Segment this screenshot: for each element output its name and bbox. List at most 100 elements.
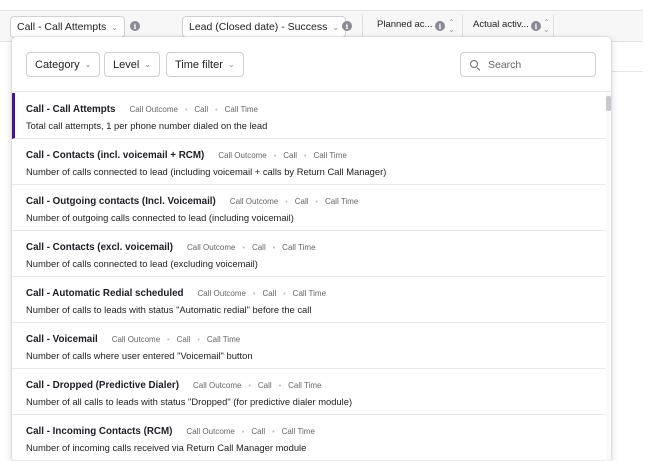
metric-item-header: Call - Call Attempts Call Outcome • Call • Ca… [26,104,606,115]
metric-item-header: Call - Dropped (Predictive Dialer) Call O… [26,380,606,391]
metric-tag: Call Outcome [187,243,236,252]
filter-bar: Category ⌄ Level ⌄ Time filter ⌄ [12,37,611,92]
metric-tag: Call Outcome [229,197,279,206]
metric-tag: Call [251,427,266,436]
metric-tag: Call Outcome [186,427,235,436]
column-header-planned[interactable]: Planned ac... [377,19,432,30]
info-icon[interactable]: i [342,21,352,31]
tag-separator: • [241,429,245,436]
tag-separator: • [167,337,170,344]
tag-separator: • [184,107,188,114]
column-divider [553,15,554,39]
metric-list-item[interactable]: Call - Contacts (incl. voicemail + RCM) C… [12,139,606,185]
metric-tag: Call Time [324,197,359,206]
metric-dropdown-panel: Category ⌄ Level ⌄ Time filter ⌄ Call - … [12,37,611,461]
metric-description: Number of all calls to leads with status… [26,396,353,407]
search-box[interactable] [460,52,596,77]
chevron-down-icon: ⌄ [144,60,151,69]
tag-separator: • [215,107,218,114]
metric-title: Call - Incoming Contacts (RCM) [26,426,173,437]
metric-tag: Call [257,381,272,390]
tag-separator: • [304,153,307,160]
metric-description: Total call attempts, 1 per phone number … [26,120,268,131]
metric-description: Number of calls to leads with status "Au… [26,304,312,315]
tag-separator: • [278,383,282,390]
chevron-down-icon: ⌄ [227,60,235,69]
scrollbar[interactable] [606,93,611,461]
tag-separator: • [285,199,288,206]
metric-title: Call - Dropped (Predictive Dialer) [26,380,179,391]
scrollbar-thumb[interactable] [606,96,611,111]
time-filter-button[interactable]: Time filter ⌄ [166,52,244,77]
metric-list-item[interactable]: Call - Contacts (excl. voicemail) Call Ou… [12,231,606,277]
metric-title: Call - Voicemail [26,334,98,345]
metric-item-header: Call - Automatic Redial scheduled Call Ou… [26,288,606,299]
metric-tag: Call Time [282,243,316,252]
time-filter-label: Time filter [175,58,223,71]
metric-selector-label: Call - Call Attempts [17,21,107,33]
metric-list-item[interactable]: Call - Incoming Contacts (RCM) Call Outco… [12,415,606,461]
chevron-down-icon: ⌄ [332,22,340,32]
chevron-down-icon: ⌄ [84,60,92,69]
metric-item-header: Call - Incoming Contacts (RCM) Call Outco… [26,426,606,437]
metric-title: Call - Outgoing contacts (Incl. Voicemai… [26,196,216,207]
metric-description: Number of calls connected to lead (exclu… [26,258,258,269]
metric-tag: Call Time [206,335,241,344]
goal-selector-label: Lead (Closed date) - Success [189,21,328,33]
tag-separator: • [252,291,256,298]
tag-separator: • [242,245,245,252]
tag-separator: • [272,245,276,252]
info-icon[interactable]: i [130,21,140,31]
metric-title: Call - Automatic Redial scheduled [26,288,184,299]
tag-separator: • [272,429,275,436]
metric-list-item[interactable]: Call - Dropped (Predictive Dialer) Call O… [12,369,606,415]
tag-separator: • [197,337,200,344]
info-icon[interactable]: i [435,21,445,31]
metric-tag: Call Outcome [197,289,246,298]
metric-title: Call - Contacts (incl. voicemail + RCM) [26,150,205,161]
metric-tag: Call [283,151,297,160]
category-filter-label: Category [35,58,80,71]
search-input[interactable] [488,58,588,71]
metric-tag: Call Outcome [129,105,178,114]
metric-tag: Call Time [224,105,258,114]
metric-title: Call - Contacts (excl. voicemail) [26,242,174,253]
metric-description: Number of incoming calls received via Re… [26,442,307,453]
metric-tag: Call Outcome [111,335,161,344]
sort-icon[interactable]: ⌃ ⌄ [543,19,550,34]
metric-tag: Call [194,105,209,114]
sort-icon[interactable]: ⌃ ⌄ [448,19,455,34]
metric-tag: Call Outcome [192,381,242,390]
metric-title: Call - Call Attempts [26,104,116,115]
metric-tag: Call Time [292,289,327,298]
column-divider [462,15,463,39]
metric-selector-button[interactable]: Call - Call Attempts ⌄ [10,16,125,38]
metric-tag: Call Time [281,427,315,436]
metric-description: Number of outgoing calls connected to le… [26,212,294,223]
info-icon[interactable]: i [531,21,541,31]
metric-tag: Call Time [288,381,322,390]
tag-separator: • [283,291,286,298]
metric-item-header: Call - Contacts (excl. voicemail) Call Ou… [26,242,606,253]
metric-list-item[interactable]: Call - Call Attempts Call Outcome • Call • Ca… [12,93,606,139]
goal-selector-button[interactable]: Lead (Closed date) - Success ⌄ [182,16,347,38]
metric-item-header: Call - Voicemail Call Outcome • Call • Call T… [26,334,606,345]
metric-list-item[interactable]: Call - Voicemail Call Outcome • Call • Call T… [12,323,606,369]
metric-tag: Call Time [313,151,347,160]
table-row-fragment [612,42,643,72]
tag-separator: • [315,199,318,206]
level-filter-label: Level [113,58,140,71]
metric-tag: Call [176,335,191,344]
category-filter-button[interactable]: Category ⌄ [26,52,101,77]
metric-description: Number of calls connected to lead (inclu… [26,166,387,177]
metric-list-item[interactable]: Call - Outgoing contacts (Incl. Voicemai… [12,185,606,231]
tag-separator: • [248,383,251,390]
level-filter-button[interactable]: Level ⌄ [104,52,160,77]
metric-item-header: Call - Outgoing contacts (Incl. Voicemai… [26,196,606,207]
metric-list-item[interactable]: Call - Automatic Redial scheduled Call Ou… [12,277,606,323]
metric-tag: Call Outcome [218,151,267,160]
metric-tag: Call [294,197,309,206]
metric-tag: Call [262,289,277,298]
metric-list: Call - Call Attempts Call Outcome • Call • Ca… [12,93,606,461]
column-header-actual[interactable]: Actual activ... [473,19,529,30]
